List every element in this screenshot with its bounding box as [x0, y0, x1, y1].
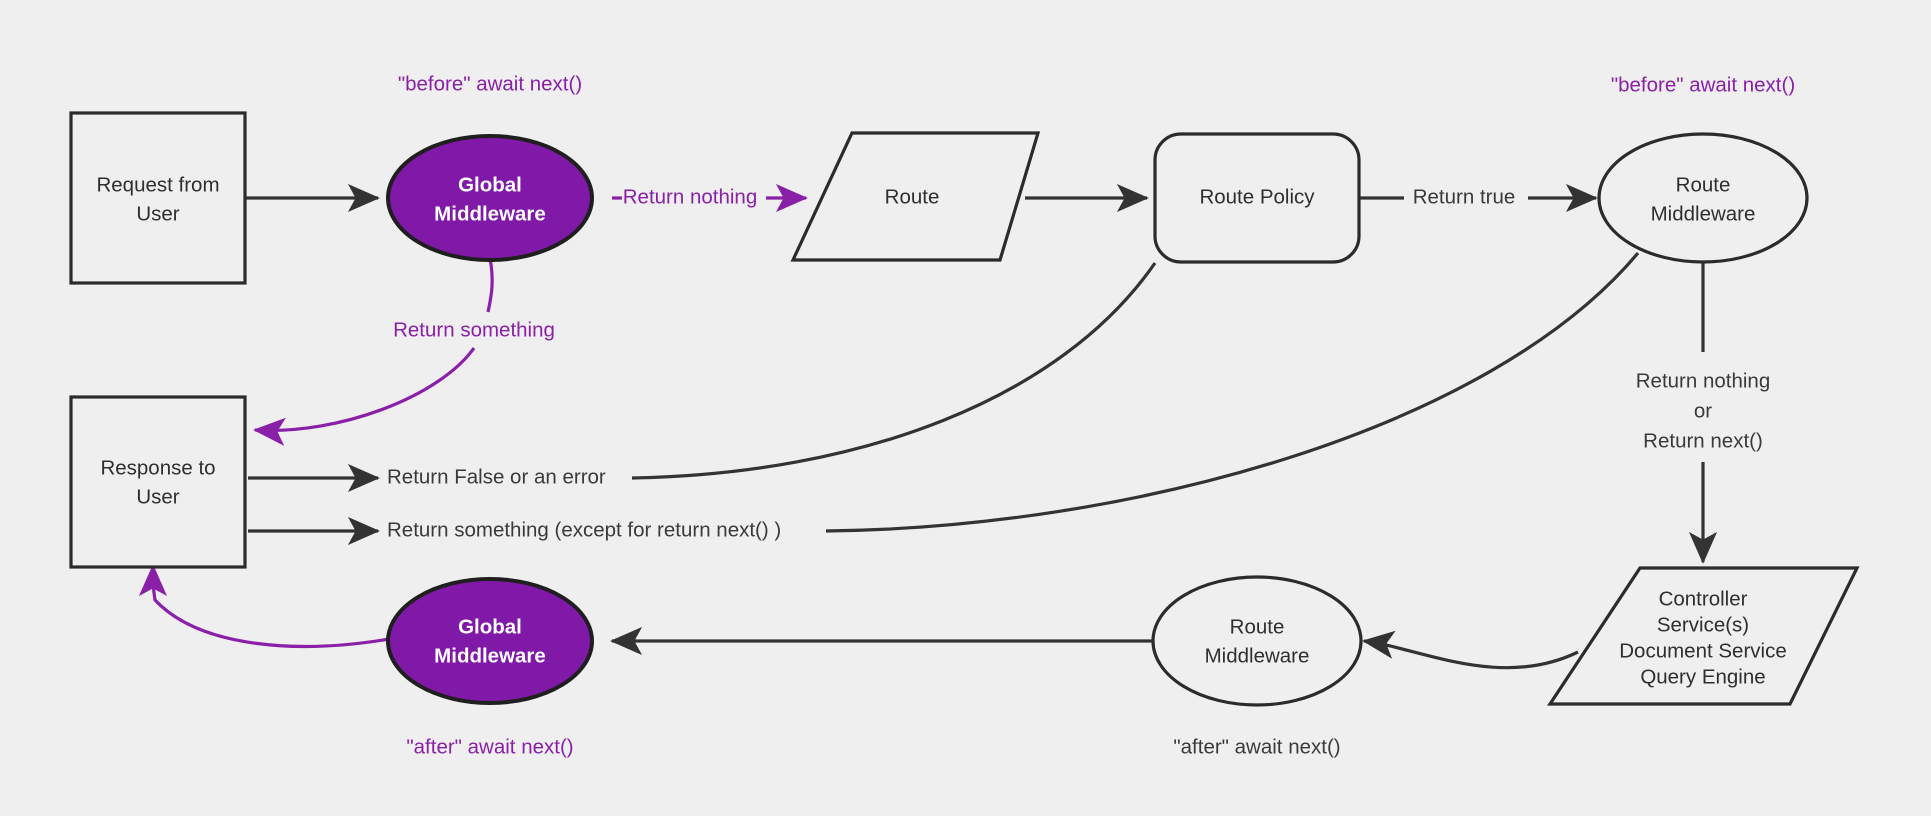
edge-policy-to-response-curve [631, 262, 1157, 480]
node-response-to-user-label-line1: Response to [100, 456, 215, 479]
node-request-from-user[interactable] [69, 111, 247, 285]
annotation-before-await-next-global: "before" await next() [398, 72, 582, 95]
node-controller-group-label-line1: Controller [1659, 587, 1748, 610]
node-response-to-user-label-line2: User [136, 485, 179, 508]
node-response-to-user[interactable] [69, 395, 247, 569]
annotation-before-await-next-route: "before" await next() [1611, 73, 1795, 96]
edge-global-return-something-lower [253, 347, 476, 446]
node-controller-group-label-line3: Document Service [1619, 639, 1786, 662]
node-route-middleware-after-label-line1: Route [1230, 615, 1285, 638]
edge-label-return-true: Return true [1413, 185, 1516, 208]
node-global-middleware-before-label-line2: Middleware [434, 202, 546, 225]
node-global-middleware-after-label-line1: Global [458, 615, 522, 638]
edge-label-return-nothing-or-next-2: or [1694, 399, 1712, 422]
node-route-policy-label: Route Policy [1199, 185, 1315, 208]
edge-global-return-something-upper [486, 257, 494, 313]
edge-label-return-something-global: Return something [393, 318, 555, 341]
edge-label-return-something-except-next: Return something (except for return next… [387, 518, 781, 541]
node-controller-group-label-line2: Service(s) [1657, 613, 1749, 636]
edge-label-return-nothing-global: Return nothing [623, 185, 757, 208]
edge-routemw-to-response-curve [825, 251, 1640, 533]
node-controller-group-label-line4: Query Engine [1640, 665, 1765, 688]
edge-label-return-nothing-or-next-3: Return next() [1643, 429, 1763, 452]
node-route-middleware-after-label-line2: Middleware [1205, 644, 1310, 667]
annotation-after-await-next-route: "after" await next() [1173, 735, 1340, 758]
node-request-from-user-label-line2: User [136, 202, 179, 225]
edge-global-after-to-response [138, 564, 396, 648]
diagram-canvas: Request from User Global Middleware Rout… [0, 0, 1931, 816]
flow-diagram: Request from User Global Middleware Rout… [69, 72, 1860, 758]
node-route-middleware-before[interactable] [1597, 132, 1809, 264]
node-route-middleware-after[interactable] [1151, 575, 1363, 707]
node-route-middleware-before-label-line1: Route [1676, 173, 1731, 196]
node-global-middleware-before-label-line1: Global [458, 173, 522, 196]
node-request-from-user-label-line1: Request from [96, 173, 219, 196]
node-global-middleware-before[interactable] [386, 134, 594, 262]
annotation-after-await-next-global: "after" await next() [406, 735, 573, 758]
edge-controller-to-routemw-after [1362, 630, 1579, 670]
node-global-middleware-after[interactable] [386, 577, 594, 705]
edge-label-return-nothing-or-next-1: Return nothing [1636, 369, 1770, 392]
node-route-label: Route [885, 185, 940, 208]
node-global-middleware-after-label-line2: Middleware [434, 644, 546, 667]
node-route-middleware-before-label-line2: Middleware [1651, 202, 1756, 225]
edge-label-return-false-or-error: Return False or an error [387, 465, 606, 488]
